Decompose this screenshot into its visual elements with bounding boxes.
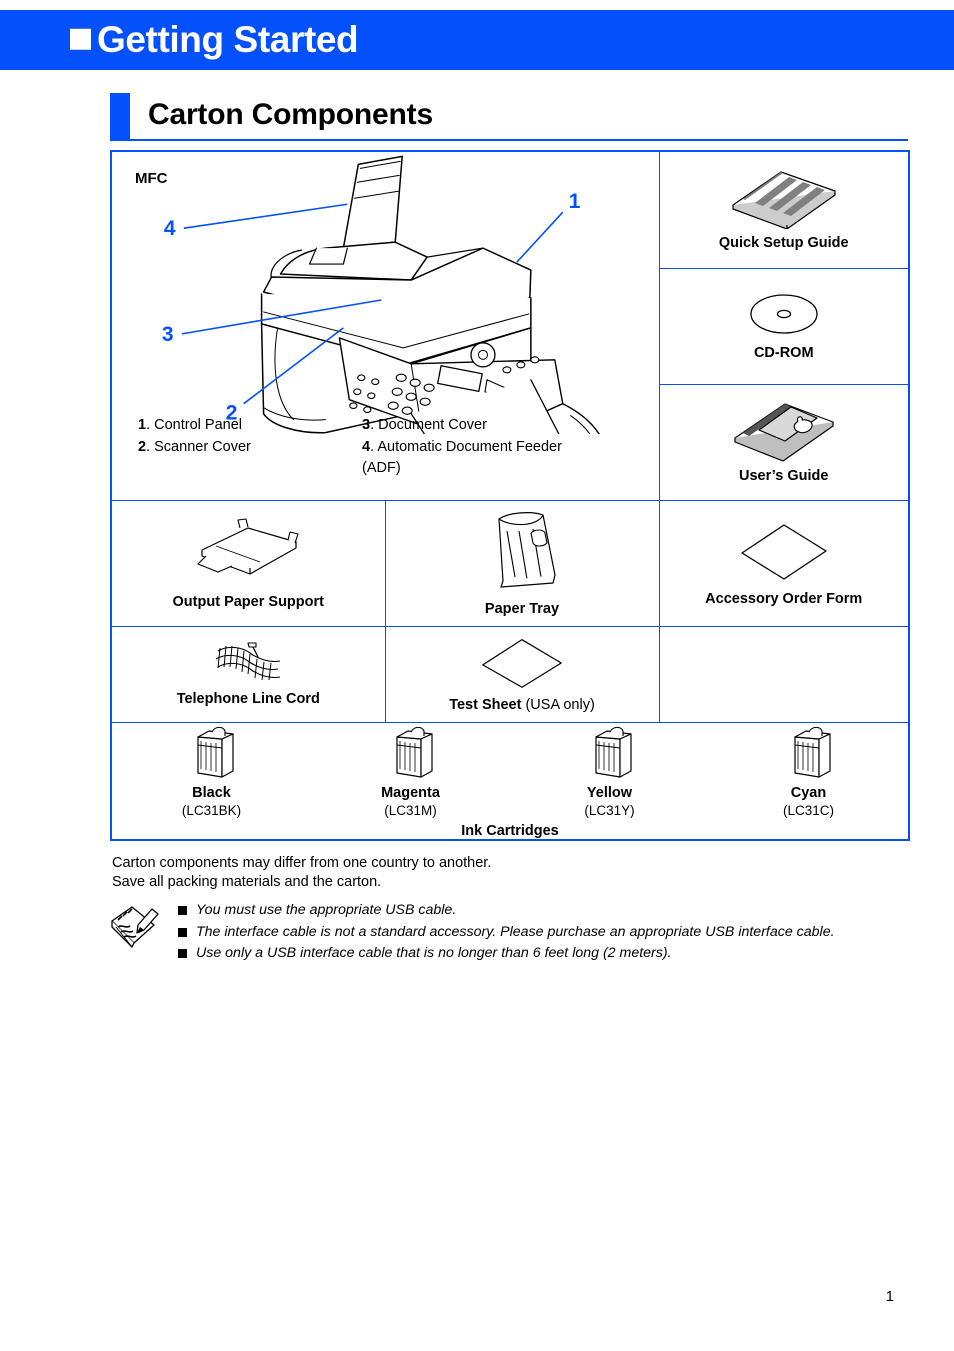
ink-cartridge-list: Black (LC31BK) Magenta (LC31M) Yellow (L… (112, 723, 908, 820)
legend-number: 1 (138, 416, 147, 433)
output-paper-support-icon (197, 518, 299, 575)
table-row: User’s Guide (660, 384, 909, 500)
page-title: Carton Components (148, 98, 433, 131)
item-label: Quick Setup Guide (718, 235, 849, 252)
carton-note-line-1: Carton components may differ from one co… (112, 855, 492, 871)
test-sheet-cell: Test Sheet (USA only) (384, 626, 660, 723)
ink-cartridge-icon (793, 726, 831, 778)
table-row: Quick Setup Guide (659, 152, 908, 269)
item-label: Telephone Line Cord (176, 690, 320, 707)
paper-tray-icon (498, 511, 556, 588)
section-divider (110, 139, 908, 141)
item-label-main: Test Sheet (449, 696, 522, 713)
table-row: Output Paper Support Paper Tray Accessor… (110, 500, 910, 627)
table-row: Telephone Line Cord Test Sheet (USA only… (110, 626, 910, 723)
list-item: Use only a USB interface cable that is n… (178, 943, 908, 965)
item-label: Magenta (381, 785, 440, 801)
list-item: 2. Scanner Cover (138, 438, 251, 455)
telephone-cord-icon (215, 642, 281, 680)
list-item: 3. Document Cover (362, 416, 487, 433)
callout-4: 4 (164, 217, 176, 240)
page-banner: Getting Started (0, 10, 954, 70)
item-label: User’s Guide (739, 467, 829, 484)
accessory-order-form-cell: Accessory Order Form (658, 500, 910, 627)
banner-content: Getting Started (70, 18, 359, 60)
mfc-printer-illustration: 4 3 2 1 (162, 155, 600, 434)
list-item: Black (LC31BK) (112, 723, 311, 820)
carton-note-line-2: Save all packing materials and the carto… (112, 874, 382, 890)
memo-text: Use only a USB interface cable that is n… (196, 945, 672, 961)
legend-label: Document Cover (378, 416, 487, 433)
banner-title: Getting Started (97, 18, 359, 60)
item-label: Test Sheet (USA only) (386, 696, 659, 714)
table-row: MFC 4 3 2 1 1. Control Panel 2. Scanner … (110, 150, 909, 501)
item-label: Accessory Order Form (705, 590, 863, 607)
legend-label: Control Panel (154, 416, 242, 433)
memo-text: You must use the appropriate USB cable. (196, 902, 457, 918)
carton-components-table: MFC 4 3 2 1 1. Control Panel 2. Scanner … (110, 150, 910, 841)
item-label-suffix: (USA only) (521, 696, 595, 713)
item-code: (LC31BK) (181, 803, 242, 819)
callout-3: 3 (162, 323, 174, 346)
callout-1: 1 (569, 190, 581, 213)
notepad-pencil-icon (108, 898, 164, 965)
item-label: CD-ROM (753, 345, 814, 362)
cd-rom-cell: CD-ROM (659, 268, 908, 385)
list-item: 4. Automatic Document Feeder (ADF) (362, 438, 562, 477)
bullet-square-icon (178, 906, 187, 915)
mfc-illustration-cell: MFC 4 3 2 1 1. Control Panel 2. Scanner … (110, 150, 660, 501)
booklet-icon (732, 171, 836, 230)
item-label: Black (192, 785, 231, 801)
legend-number: 3 (362, 416, 371, 433)
item-code: (LC31Y) (584, 803, 635, 819)
ink-cartridge-icon (594, 726, 632, 778)
legend-label: Scanner Cover (154, 438, 251, 455)
item-label: Output Paper Support (172, 593, 324, 610)
item-code: (LC31M) (384, 803, 437, 819)
page-number: 1 (885, 1288, 894, 1305)
ink-cartridge-icon (196, 726, 234, 778)
manual-book-icon (734, 403, 834, 462)
filled-square-icon (70, 28, 91, 50)
list-item: You must use the appropriate USB cable. (178, 900, 908, 922)
list-item: Magenta (LC31M) (311, 723, 510, 820)
bullet-square-icon (178, 927, 187, 937)
item-code: (LC31C) (782, 803, 834, 819)
legend-number: 4 (362, 438, 371, 455)
legend-label: Automatic Document Feeder (ADF) (362, 438, 562, 477)
item-label: Paper Tray (484, 600, 560, 617)
mfc-legend: 1. Control Panel 2. Scanner Cover 3. Doc… (138, 415, 586, 480)
right-column-stack: Quick Setup Guide CD-ROM User’s Guide (659, 151, 909, 501)
memo-list: You must use the appropriate USB cable. … (178, 898, 908, 965)
carton-note: Carton components may differ from one co… (112, 854, 491, 892)
memo-text: The interface cable is not a standard ac… (196, 923, 835, 940)
ink-cartridges-caption: Ink Cartridges (461, 822, 559, 839)
list-item: The interface cable is not a standard ac… (178, 922, 908, 944)
telephone-line-cord-cell: Telephone Line Cord (110, 626, 386, 723)
output-paper-support-cell: Output Paper Support (110, 500, 386, 627)
sheet-icon (482, 638, 562, 688)
bullet-square-icon (178, 949, 187, 958)
empty-cell (658, 626, 910, 723)
section-heading: Carton Components (110, 93, 908, 139)
item-label: Cyan (790, 785, 827, 801)
ink-cartridges-cell: Black (LC31BK) Magenta (LC31M) Yellow (L… (110, 721, 910, 841)
mfc-legend-column-right: 3. Document Cover 4. Automatic Document … (362, 415, 586, 480)
paper-tray-cell: Paper Tray (384, 500, 660, 627)
cd-disc-icon (750, 294, 818, 335)
users-guide-cell: User’s Guide (660, 384, 909, 500)
quick-setup-guide-cell: Quick Setup Guide (659, 152, 908, 269)
list-item: Yellow (LC31Y) (510, 723, 709, 820)
mfc-legend-column-left: 1. Control Panel 2. Scanner Cover (138, 415, 362, 480)
table-row: CD-ROM (659, 268, 908, 385)
section-accent-bar (110, 93, 130, 139)
memo-block: You must use the appropriate USB cable. … (108, 898, 908, 965)
list-item: Cyan (LC31C) (709, 723, 908, 820)
ink-cartridge-icon (395, 726, 433, 778)
item-label: Yellow (586, 785, 633, 801)
sheet-icon (741, 524, 827, 580)
table-row: Black (LC31BK) Magenta (LC31M) Yellow (L… (110, 721, 910, 841)
list-item: 1. Control Panel (138, 416, 242, 433)
legend-number: 2 (138, 438, 147, 455)
